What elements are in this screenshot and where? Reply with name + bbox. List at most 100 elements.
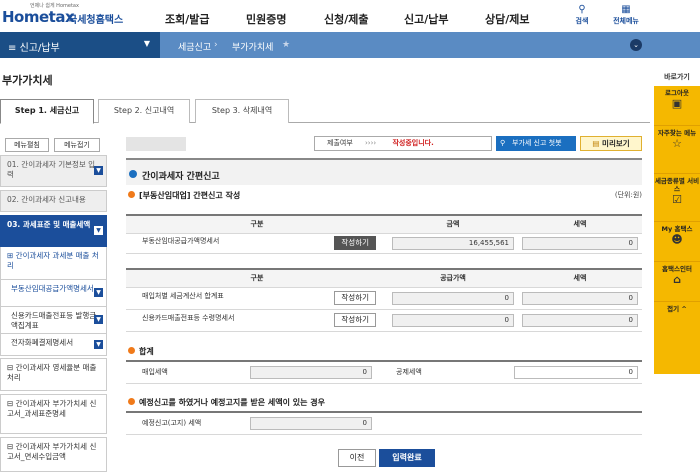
breadcrumb-tax-report[interactable]: 세금신고 — [178, 40, 211, 53]
checkbox-icon: ☑ — [672, 193, 682, 206]
chat-icon: ⚲ — [500, 139, 506, 147]
search-button[interactable]: ⚲ 검색 — [562, 4, 602, 26]
row-label: 예정신고(고지) 세액 — [142, 419, 202, 428]
amount-field[interactable] — [392, 236, 514, 250]
side-item-report-content[interactable]: 02. 간이과세자 신고내용 — [0, 190, 107, 212]
chevron-up-icon: ^ — [679, 305, 687, 313]
total-table: 매입세액 공제세액 — [126, 360, 642, 384]
bullet-icon — [128, 191, 135, 198]
all-menu-button[interactable]: ▦ 전체메뉴 — [606, 4, 646, 26]
tab-step3[interactable]: Step 3. 삭제내역 — [195, 99, 289, 123]
chevron-down-icon: ▼ — [94, 288, 103, 297]
quick-hometax-interview[interactable]: 홈택스인터 ⌂ — [654, 262, 700, 302]
gnb-certificate[interactable]: 민원증명 — [246, 11, 286, 27]
submission-status: 제출여부 ›››› 작성중입니다. — [314, 136, 492, 151]
step-tabs: Step 1. 세금신고 Step 2. 신고내역 Step 3. 삭제내역 — [0, 99, 650, 124]
amount-field[interactable] — [392, 313, 514, 327]
col-header: 구분 — [126, 268, 388, 288]
row-label: 공제세액 — [396, 368, 422, 377]
side-sub-credit-card[interactable]: 신용카드매출전표등 발행금액집계표 ▼ — [0, 307, 107, 334]
grid-icon: ▦ — [621, 4, 631, 15]
document-icon: ▤ — [592, 139, 603, 148]
tab-step2[interactable]: Step 2. 신고내역 — [98, 99, 190, 123]
side-sub-rental-supply[interactable]: 부동산임대공급가액명세서 ▼ — [0, 280, 107, 307]
subsection-rental: [부동산임대업] 간편신고 작성 — [128, 190, 240, 201]
house-icon: ⌂ — [673, 273, 681, 286]
submit-button[interactable]: 입력완료 — [379, 449, 435, 467]
row-label: 부동산임대공급가액명세서 — [142, 237, 220, 245]
current-menu-dropdown[interactable]: ≡ 신고/납부 ▼ — [0, 32, 160, 58]
section-title: 간이과세자 간편신고 — [142, 172, 220, 182]
gnb-consult[interactable]: 상담/제보 — [485, 11, 530, 27]
tax-field[interactable] — [522, 236, 638, 250]
prev-button[interactable]: 이전 — [338, 449, 376, 467]
col-header: 세액 — [518, 268, 642, 288]
side-item-tax-base-detail[interactable]: ⊟ 간이과세자 부가가치세 신고서_과세표준명세 — [0, 394, 107, 434]
page-title: 부가가치세 — [2, 74, 53, 87]
logo-korean: 국세청홈택스 — [68, 15, 124, 26]
breadcrumb-separator-icon: › — [214, 40, 218, 50]
person-icon: ☻ — [671, 233, 683, 246]
plus-icon: ⊞ — [7, 251, 16, 260]
side-item-exempt-income[interactable]: ⊟ 간이과세자 부가가치세 신고서_면세수입금액 — [0, 437, 107, 472]
gnb-report-pay[interactable]: 신고/납부 — [404, 11, 449, 27]
gnb-inquiry[interactable]: 조회/발급 — [165, 11, 210, 27]
chevron-down-icon[interactable]: ⌄ — [630, 39, 642, 51]
menu-lines-icon: ≡ — [8, 43, 17, 54]
header: 언제나 쉽게 Hometax Hometax 국세청홈택스 조회/발급 민원증명… — [0, 0, 700, 32]
quick-favorites[interactable]: 자주찾는 메뉴 ☆ — [654, 126, 700, 174]
menu-collapse-button[interactable]: 메뉴접기 — [54, 138, 100, 152]
tab-step1[interactable]: Step 1. 세금신고 — [0, 99, 94, 124]
hometax-logo[interactable]: 언제나 쉽게 Hometax Hometax 국세청홈택스 — [2, 2, 124, 30]
dropdown-arrow-icon: ▼ — [143, 39, 150, 48]
row-label: 매입세액 — [142, 368, 168, 377]
side-sub-taxable-sales[interactable]: ⊞ 간이과세자 과세분 매출 처리 — [0, 247, 107, 280]
preview-button[interactable]: ▤ 미리보기 — [580, 136, 642, 151]
subsection-total: 합계 — [128, 346, 154, 357]
chevron-down-icon: ▼ — [94, 226, 103, 235]
logo-text: Hometax — [2, 8, 75, 26]
col-header: 세액 — [518, 214, 642, 234]
prepaid-tax-field[interactable] — [250, 416, 372, 430]
lock-icon: ▣ — [671, 97, 683, 110]
minus-icon: ⊟ — [7, 399, 16, 408]
chevron-down-icon: ▼ — [94, 166, 103, 175]
side-item-basic-info[interactable]: 01. 간이과세자 기본정보 입력 ▼ — [0, 155, 107, 187]
masked-name — [126, 137, 186, 151]
bullet-icon — [129, 170, 137, 178]
tax-field[interactable] — [522, 291, 638, 305]
location-bar: ≡ 신고/납부 ▼ 세금신고 › 부가가치세 ★ ⌄ — [0, 32, 700, 58]
row-label: 신용카드매출전표등 수령명세서 — [142, 314, 235, 322]
table-row: 신용카드매출전표등 수령명세서 작성하기 — [126, 309, 642, 332]
quick-menu-title: 바로가기 — [664, 73, 690, 81]
breadcrumb-vat[interactable]: 부가가치세 — [232, 40, 273, 53]
purchase-tax-field[interactable] — [250, 365, 372, 379]
subsection-prepaid: 예정신고를 하였거나 예정고지를 받은 세액이 있는 경우 — [128, 397, 325, 408]
gnb-application[interactable]: 신청/제출 — [324, 11, 369, 27]
star-icon[interactable]: ★ — [282, 40, 290, 50]
quick-my-hometax[interactable]: My 홈택스 ☻ — [654, 222, 700, 262]
star-icon: ☆ — [672, 137, 682, 150]
write-button[interactable]: 작성하기 — [334, 236, 376, 250]
menu-expand-button[interactable]: 메뉴펼침 — [5, 138, 49, 152]
side-item-tax-base[interactable]: 03. 과세표준 및 매출세액 ▼ — [0, 215, 107, 247]
deduct-tax-field[interactable] — [514, 365, 638, 379]
write-button[interactable]: 작성하기 — [334, 291, 376, 305]
quick-menu: 바로가기 로그아웃 ▣ 자주찾는 메뉴 ☆ 세금종류별 서비스 ☑ My 홈택스… — [654, 68, 700, 374]
col-header: 금액 — [388, 214, 518, 234]
chevron-down-icon: ▼ — [94, 340, 103, 349]
vat-chatbot-button[interactable]: ⚲ 부가세 신고 첫봇 — [496, 136, 576, 151]
table-row: 부동산임대공급가액명세서 작성하기 — [126, 233, 642, 254]
quick-tax-services[interactable]: 세금종류별 서비스 ☑ — [654, 174, 700, 222]
minus-icon: ⊟ — [7, 442, 16, 451]
side-sub-e-money[interactable]: 전자화폐결제명세서 ▼ — [0, 334, 107, 356]
tax-field[interactable] — [522, 313, 638, 327]
amount-field[interactable] — [392, 291, 514, 305]
quick-logout[interactable]: 로그아웃 ▣ — [654, 86, 700, 126]
unit-label: (단위:원) — [614, 191, 642, 199]
quick-collapse[interactable]: 접기 ^ — [654, 302, 700, 324]
prepaid-table: 예정신고(고지) 세액 — [126, 411, 642, 435]
write-button[interactable]: 작성하기 — [334, 313, 376, 327]
side-item-zero-rate[interactable]: ⊟ 간이과세자 영세율분 매출 처리 — [0, 358, 107, 391]
table-row: 매입처별 세금계산서 합계표 작성하기 — [126, 287, 642, 310]
